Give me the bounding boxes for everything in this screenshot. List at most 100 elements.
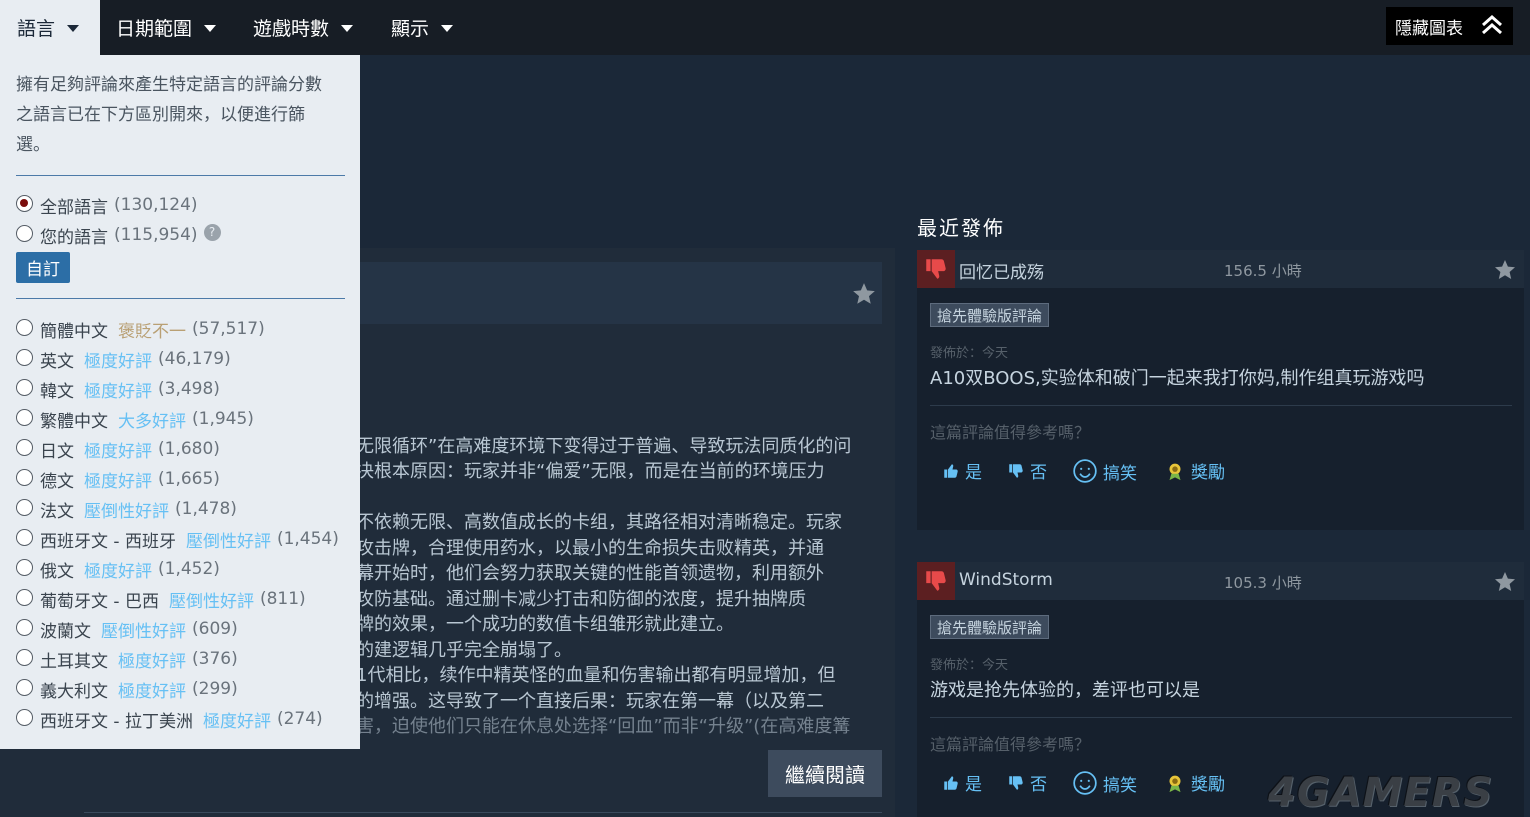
radio-button[interactable] xyxy=(16,648,33,666)
award-label: 獎勵 xyxy=(1191,463,1225,483)
radio-button[interactable] xyxy=(16,528,33,546)
language-option[interactable]: 俄文 極度好評 (1,452) xyxy=(16,554,220,584)
read-more-button[interactable]: 繼續閱讀 xyxy=(768,750,882,797)
reviewer-name[interactable]: 回忆已成殇 xyxy=(959,258,1044,283)
radio-button[interactable] xyxy=(16,498,33,516)
award-button[interactable]: 獎勵 xyxy=(1164,770,1225,795)
vote-no-label: 否 xyxy=(1030,463,1047,483)
language-review-count: (46,179) xyxy=(158,349,231,369)
tab-language[interactable]: 語言 xyxy=(0,0,100,55)
language-dropdown: 擁有足夠評論來產生特定語言的評論分數 之語言已在下方區別開來，以便進行篩 選。 … xyxy=(0,55,360,749)
vote-funny-button[interactable]: 搞笑 xyxy=(1072,458,1137,484)
award-button[interactable]: 獎勵 xyxy=(1164,458,1225,483)
radio-button[interactable] xyxy=(16,408,33,426)
radio-button[interactable] xyxy=(16,438,33,456)
language-option[interactable]: 波蘭文 壓倒性好評 (609) xyxy=(16,614,238,644)
radio-button[interactable] xyxy=(16,558,33,576)
language-score: 極度好評 xyxy=(84,561,152,582)
language-name: 西班牙文 - 拉丁美洲 xyxy=(40,711,193,732)
language-option[interactable]: 英文 極度好評 (46,179) xyxy=(16,344,231,374)
tab-language-label: 語言 xyxy=(17,18,56,40)
vote-yes-button[interactable]: 是 xyxy=(942,770,982,795)
star-icon[interactable] xyxy=(1493,258,1517,282)
option-all-languages[interactable]: 全部語言 (130,124) xyxy=(16,190,198,220)
language-review-count: (1,665) xyxy=(158,469,220,489)
radio-button[interactable] xyxy=(16,468,33,486)
language-score: 褒貶不一 xyxy=(118,321,186,342)
vote-no-label: 否 xyxy=(1030,775,1047,795)
divider xyxy=(930,405,1512,406)
vote-no-button[interactable]: 否 xyxy=(1007,770,1047,795)
tab-display[interactable]: 顯示 xyxy=(391,0,454,55)
language-review-count: (609) xyxy=(192,619,238,639)
language-review-count: (1,945) xyxy=(192,409,254,429)
language-name: 土耳其文 xyxy=(40,651,108,672)
radio-button[interactable] xyxy=(16,318,33,336)
language-option[interactable]: 簡體中文 褒貶不一 (57,517) xyxy=(16,314,265,344)
thumbs-down-icon xyxy=(926,571,946,591)
vote-funny-label: 搞笑 xyxy=(1103,463,1137,484)
award-label: 獎勵 xyxy=(1191,775,1225,795)
language-option[interactable]: 西班牙文 - 西班牙 壓倒性好評 (1,454) xyxy=(16,524,339,554)
option-your-languages[interactable]: 您的語言 (115,954) ? xyxy=(16,220,221,250)
description-line: 選。 xyxy=(16,135,50,155)
vote-funny-button[interactable]: 搞笑 xyxy=(1072,770,1137,796)
thumbs-down-icon xyxy=(1009,463,1023,478)
divider xyxy=(930,717,1512,718)
language-name: 波蘭文 xyxy=(40,621,91,642)
language-filter-description: 擁有足夠評論來產生特定語言的評論分數 之語言已在下方區別開來，以便進行篩 選。 xyxy=(16,70,346,160)
radio-button[interactable] xyxy=(16,194,33,212)
language-name: 葡萄牙文 - 巴西 xyxy=(40,591,159,612)
thumbs-up-icon xyxy=(944,463,958,478)
language-option[interactable]: 義大利文 極度好評 (299) xyxy=(16,674,238,704)
radio-button[interactable] xyxy=(16,618,33,636)
review-line: 牌的效果，一个成功的数值卡组雏形就此建立。 xyxy=(356,614,734,635)
award-icon xyxy=(1169,463,1181,480)
recently-posted-title: 最近發佈 xyxy=(917,216,1005,240)
radio-button[interactable] xyxy=(16,348,33,366)
review-line: 不依赖无限、高数值成长的卡组，其路径相对清晰稳定。玩家 xyxy=(356,512,842,533)
language-option[interactable]: 德文 極度好評 (1,665) xyxy=(16,464,220,494)
hide-graph-button[interactable]: 隱藏圖表 xyxy=(1386,7,1513,45)
radio-button[interactable] xyxy=(16,678,33,696)
language-name: 英文 xyxy=(40,351,74,372)
star-icon[interactable] xyxy=(851,281,877,307)
language-review-count: (274) xyxy=(276,709,323,729)
review-line: 攻击牌，合理使用药水，以最小的生命损失击败精英，并通 xyxy=(356,538,824,559)
language-option[interactable]: 西班牙文 - 拉丁美洲 極度好評 (274) xyxy=(16,704,323,734)
review-line: 的建逻辑几乎完全崩塌了。 xyxy=(356,640,572,661)
language-review-count: (1,680) xyxy=(158,439,220,459)
language-score: 極度好評 xyxy=(84,351,152,372)
radio-button[interactable] xyxy=(16,588,33,606)
vote-no-button[interactable]: 否 xyxy=(1007,458,1047,483)
steam-reviews-page: 語言 日期範圍 遊戲時數 顯示 隱藏圖表 无限循环”在高难度环境下变得过于普遍、… xyxy=(0,0,1530,817)
review-content: 游戏是抢先体验的，差评也可以是 xyxy=(930,680,1200,701)
language-option[interactable]: 葡萄牙文 - 巴西 壓倒性好評 (811) xyxy=(16,584,306,614)
award-icon xyxy=(1169,775,1181,792)
language-score: 大多好評 xyxy=(118,411,186,432)
early-access-badge: 搶先體驗版評論 xyxy=(930,615,1050,639)
language-review-count: (811) xyxy=(259,589,306,609)
language-option[interactable]: 韓文 極度好評 (3,498) xyxy=(16,374,220,404)
language-option[interactable]: 法文 壓倒性好評 (1,478) xyxy=(16,494,237,524)
chevron-down-icon xyxy=(341,25,354,32)
language-option[interactable]: 日文 極度好評 (1,680) xyxy=(16,434,220,464)
thumbs-down-icon xyxy=(1009,775,1023,790)
language-name: 俄文 xyxy=(40,561,74,582)
tab-date-range[interactable]: 日期範圍 xyxy=(116,0,217,55)
star-icon[interactable] xyxy=(1493,570,1517,594)
language-option[interactable]: 繁體中文 大多好評 (1,945) xyxy=(16,404,254,434)
review-line: 无限循环”在高难度环境下变得过于普遍、导致玩法同质化的问 xyxy=(356,436,852,457)
customize-button[interactable]: 自訂 xyxy=(16,252,70,283)
vote-yes-button[interactable]: 是 xyxy=(942,458,982,483)
help-icon[interactable]: ? xyxy=(203,223,221,241)
radio-button[interactable] xyxy=(16,224,33,242)
reviewer-name[interactable]: WindStorm xyxy=(959,570,1053,590)
tab-playtime[interactable]: 遊戲時數 xyxy=(253,0,354,55)
radio-button[interactable] xyxy=(16,378,33,396)
language-option[interactable]: 土耳其文 極度好評 (376) xyxy=(16,644,238,674)
playtime-hours: 156.5 小時 xyxy=(1224,262,1302,280)
divider xyxy=(84,812,882,813)
helpful-question: 這篇評論值得參考嗎？ xyxy=(930,735,1091,754)
radio-button[interactable] xyxy=(16,708,33,726)
